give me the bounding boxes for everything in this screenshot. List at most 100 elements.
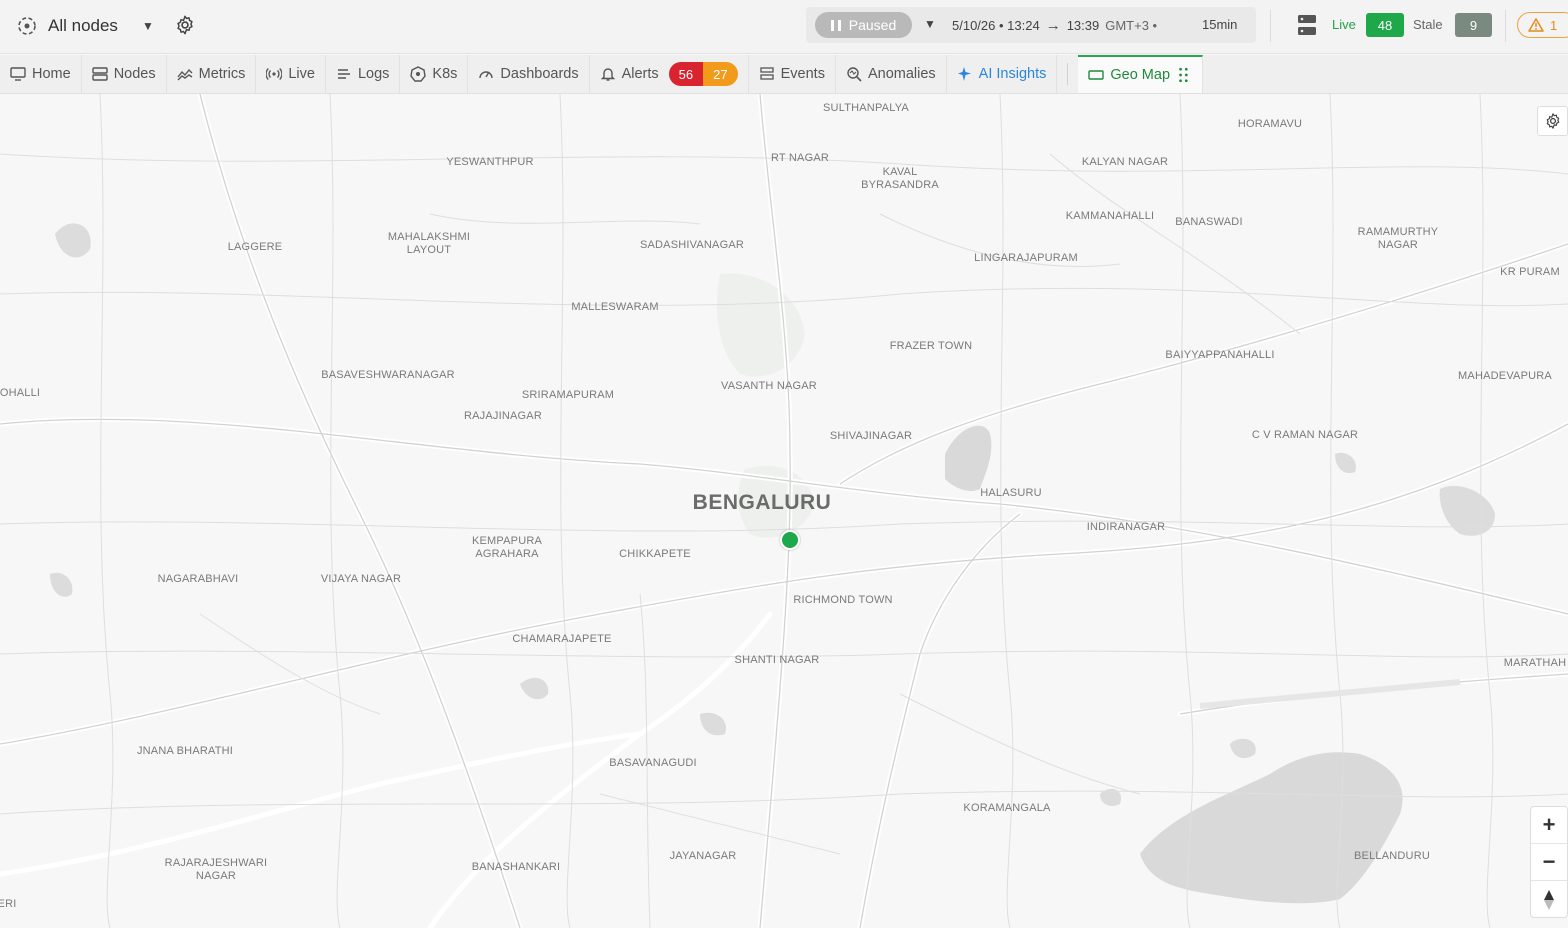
live-count-badge[interactable]: 48: [1366, 13, 1404, 37]
place-label: RICHMOND TOWN: [793, 594, 893, 606]
compass-icon: [1544, 889, 1554, 910]
tab-logs[interactable]: Logs: [326, 55, 401, 93]
place-label: LINGARAJAPURAM: [974, 252, 1078, 264]
zoom-in-button[interactable]: +: [1531, 807, 1567, 844]
range-start: 5/10/26 • 13:24: [952, 18, 1040, 33]
tab-label: K8s: [432, 66, 458, 82]
tab-label: Geo Map: [1110, 67, 1171, 83]
metrics-icon: [177, 68, 193, 81]
map-icon: [1088, 70, 1105, 80]
tab-home[interactable]: Home: [0, 55, 82, 93]
place-label: BANASHANKARI: [471, 861, 561, 873]
tab-label: Anomalies: [867, 66, 936, 82]
place-label: KEMPAPURA AGRAHARA: [471, 535, 543, 560]
arrow-right-icon: →: [1045, 17, 1061, 34]
logs-icon: [337, 69, 350, 79]
place-label: KAVAL BYRASANDRA: [861, 166, 939, 191]
place-label: KAMMANAHALLI: [1065, 210, 1155, 222]
main-nav: Home Nodes Metrics Live Logs K8s Dashboa…: [0, 55, 1568, 94]
monitor-icon: [10, 67, 26, 81]
tab-label: Dashboards: [500, 66, 579, 82]
place-label: SADASHIVANAGAR: [639, 239, 745, 251]
place-label: SRIRAMAPURAM: [521, 389, 615, 401]
stale-label: Stale: [1413, 17, 1443, 32]
place-label: FRAZER TOWN: [889, 340, 973, 352]
tab-label: Metrics: [198, 66, 246, 82]
place-label: BANASWADI: [1175, 216, 1243, 228]
pause-button[interactable]: Paused: [815, 12, 912, 38]
tab-geo-map[interactable]: Geo Map: [1078, 55, 1204, 93]
server-icon: [91, 67, 108, 81]
place-label: RAJARAJESHWARI NAGAR: [164, 857, 268, 882]
divider: [1067, 63, 1069, 85]
chevron-down-icon[interactable]: ▼: [924, 17, 936, 31]
zoom-out-button[interactable]: −: [1531, 844, 1567, 881]
city-label: BENGALURU: [692, 491, 832, 514]
gauge-icon: [479, 71, 494, 79]
time-range[interactable]: 5/10/26 • 13:24 → 13:39 GMT+3 •: [952, 17, 1157, 34]
place-label: CHAMARAJAPETE: [512, 633, 612, 645]
alert-count-badges[interactable]: 56 27: [668, 62, 738, 86]
divider: [1270, 10, 1271, 42]
server-icon: [1298, 15, 1316, 35]
node-selector[interactable]: All nodes ▼: [16, 12, 154, 40]
top-bar: All nodes ▼ Paused ▼ 5/10/26 • 13:24 → 1…: [0, 0, 1568, 54]
place-label: RT NAGAR: [770, 152, 830, 164]
place-label: BELLANDURU: [1354, 850, 1430, 862]
tab-nodes[interactable]: Nodes: [82, 55, 167, 93]
broadcast-icon: [266, 68, 283, 80]
duration-selector[interactable]: 15min: [1202, 17, 1237, 32]
warnings-button[interactable]: 1: [1517, 12, 1568, 38]
place-label: RAJAJINAGAR: [464, 410, 542, 422]
anomaly-icon: [847, 67, 862, 82]
place-label: NAGARABHAVI: [157, 573, 239, 585]
geo-map[interactable]: SULTHANPALYA HORAMAVU RT NAGAR KAVAL BYR…: [0, 94, 1568, 928]
tab-metrics[interactable]: Metrics: [167, 55, 257, 93]
place-label: BASAVANAGUDI: [609, 757, 697, 769]
tab-anomalies[interactable]: Anomalies: [836, 55, 947, 93]
range-end: 13:39: [1066, 18, 1100, 33]
tab-label: Nodes: [113, 66, 156, 82]
compass-button[interactable]: [1531, 881, 1567, 918]
tab-label: Home: [32, 66, 71, 82]
place-label: INDIRANAGAR: [1086, 521, 1166, 533]
tab-events[interactable]: Events: [749, 55, 836, 93]
tab-ai-insights[interactable]: AI Insights: [947, 55, 1058, 93]
tab-alerts[interactable]: Alerts 56 27: [590, 55, 749, 93]
time-range-control: Paused ▼ 5/10/26 • 13:24 → 13:39 GMT+3 •…: [806, 7, 1256, 43]
place-label: HORAMAVU: [1237, 118, 1303, 130]
settings-gear-icon[interactable]: [174, 14, 196, 36]
place-label: BAIYYAPPANAHALLI: [1165, 349, 1275, 361]
place-label: KALYAN NAGAR: [1081, 156, 1169, 168]
tab-k8s[interactable]: K8s: [400, 55, 469, 93]
pause-icon: [830, 19, 841, 31]
place-label: KR PURAM: [1500, 266, 1560, 278]
tab-label: AI Insights: [978, 66, 1047, 82]
bell-icon: [600, 68, 615, 81]
live-label: Live: [1332, 17, 1356, 32]
nodes-icon: [18, 17, 36, 35]
chevron-down-icon[interactable]: ▼: [142, 19, 154, 33]
tab-dashboards[interactable]: Dashboards: [468, 55, 590, 93]
map-settings-button[interactable]: [1537, 106, 1568, 136]
place-label: LAGGERE: [227, 241, 283, 253]
place-label: HALASURU: [980, 487, 1042, 499]
place-label: CHIKKAPETE: [619, 548, 691, 560]
place-label: ERI: [0, 898, 17, 910]
node-location-marker[interactable]: [780, 530, 800, 550]
tab-label: Alerts: [621, 66, 659, 82]
place-label: MAHADEVAPURA: [1458, 370, 1552, 382]
place-label: SHANTI NAGAR: [734, 654, 820, 666]
kubernetes-icon: [410, 66, 427, 82]
place-label: MAHALAKSHMI LAYOUT: [387, 231, 471, 256]
tab-live[interactable]: Live: [256, 55, 326, 93]
stale-count-badge[interactable]: 9: [1455, 13, 1492, 37]
timezone: GMT+3 •: [1105, 18, 1158, 33]
warning-count: 1: [1550, 17, 1558, 33]
drag-handle-icon[interactable]: [1176, 67, 1192, 83]
place-label: RAMAMURTHY NAGAR: [1357, 226, 1439, 251]
node-selector-label: All nodes: [48, 16, 118, 35]
place-label: YESWANTHPUR: [446, 156, 534, 168]
place-label: JNANA BHARATHI: [136, 745, 234, 757]
place-label: MALLESWARAM: [571, 301, 659, 313]
